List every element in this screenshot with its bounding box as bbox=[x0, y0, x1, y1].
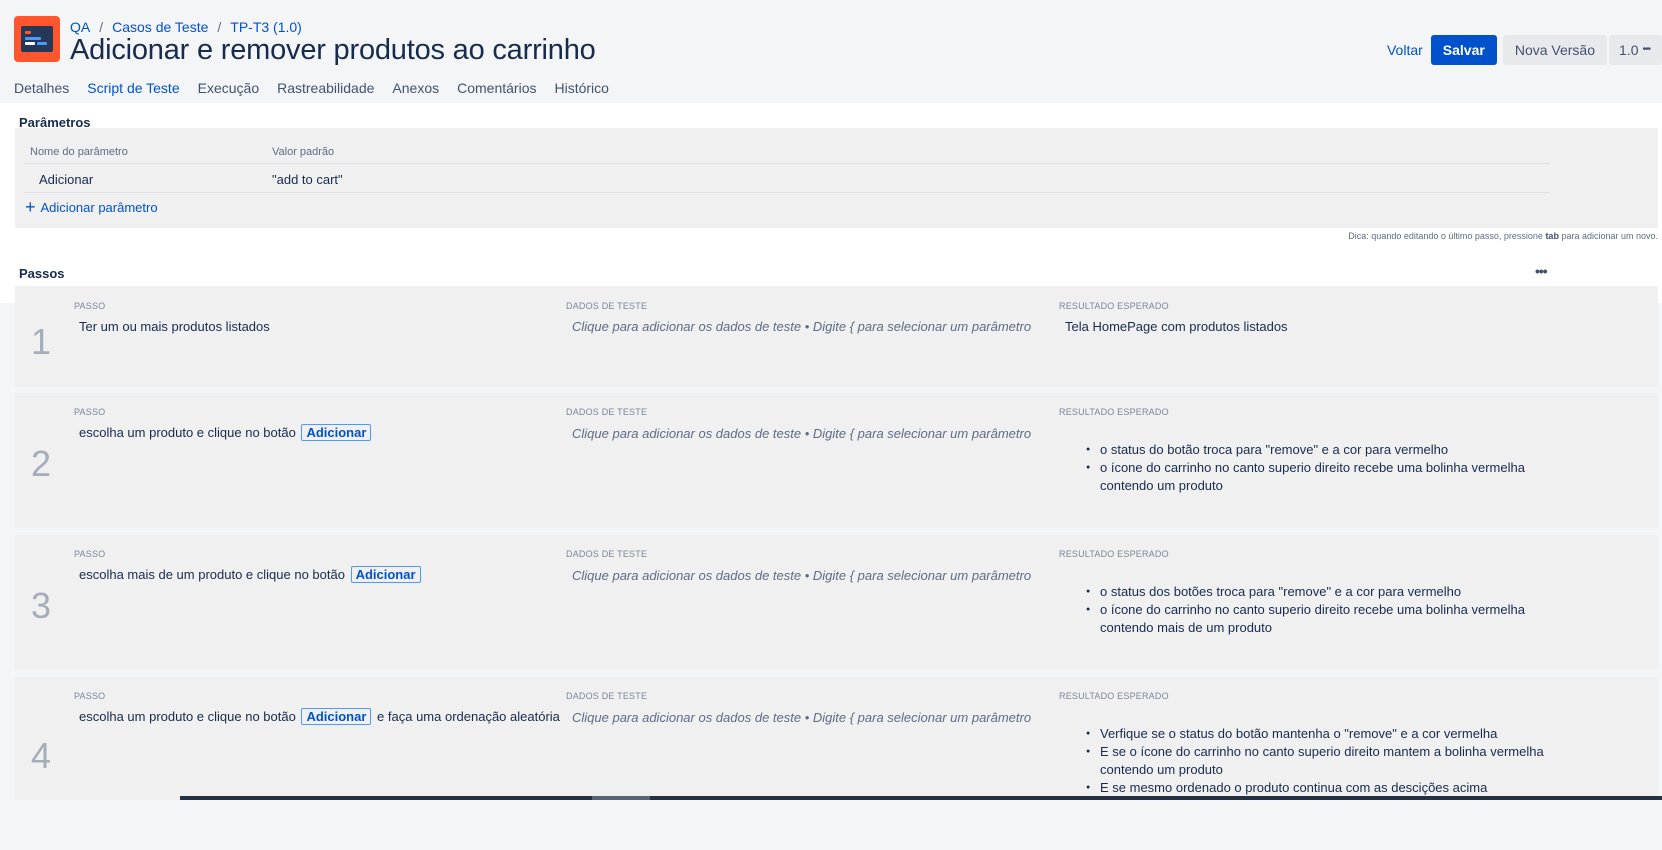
step-row[interactable]: 3 PASSO DADOS DE TESTE RESULTADO ESPERAD… bbox=[15, 535, 1658, 670]
more-icon: ••• bbox=[1642, 44, 1650, 55]
list-item: o status do botão troca para "remove" e … bbox=[1086, 441, 1525, 459]
list-item-continuation: contendo mais de um produto bbox=[1100, 620, 1272, 635]
expected-result-text[interactable]: Tela HomePage com produtos listados bbox=[1065, 319, 1288, 334]
version-label: 1.0 bbox=[1619, 42, 1639, 58]
steps-title: Passos bbox=[19, 266, 65, 281]
step-row[interactable]: 4 PASSO DADOS DE TESTE RESULTADO ESPERAD… bbox=[15, 677, 1658, 800]
step-text: escolha mais de um produto e clique no b… bbox=[79, 567, 345, 582]
add-parameter-button[interactable]: + Adicionar parâmetro bbox=[25, 197, 158, 217]
test-data-placeholder[interactable]: Clique para adicionar os dados de teste … bbox=[572, 319, 1031, 334]
test-data-label: DADOS DE TESTE bbox=[566, 549, 648, 559]
test-data-placeholder[interactable]: Clique para adicionar os dados de teste … bbox=[572, 426, 1031, 441]
test-data-label: DADOS DE TESTE bbox=[566, 691, 648, 701]
parameter-chip[interactable]: Adicionar bbox=[301, 708, 372, 725]
add-parameter-label: Adicionar parâmetro bbox=[40, 200, 158, 215]
breadcrumb-project[interactable]: QA bbox=[70, 19, 90, 35]
step-text-after: e faça uma ordenação aleatória bbox=[377, 709, 560, 724]
new-version-button[interactable]: Nova Versão bbox=[1502, 35, 1608, 65]
tip-text-end: para adicionar um novo. bbox=[1558, 231, 1658, 241]
parameters-header-row: Nome do parâmetro Valor padrão bbox=[24, 144, 1550, 164]
step-label: PASSO bbox=[74, 549, 106, 559]
test-case-app-icon bbox=[14, 16, 60, 62]
step-label: PASSO bbox=[74, 407, 106, 417]
back-button[interactable]: Voltar bbox=[1379, 35, 1431, 65]
parameter-name[interactable]: Adicionar bbox=[39, 172, 93, 187]
list-item: E se o ícone do carrinho no canto superi… bbox=[1086, 743, 1544, 761]
horizontal-scrollbar[interactable] bbox=[180, 796, 1662, 800]
step-row[interactable]: 1 PASSO DADOS DE TESTE RESULTADO ESPERAD… bbox=[15, 286, 1658, 387]
breadcrumb-separator: / bbox=[217, 19, 222, 35]
column-header-name: Nome do parâmetro bbox=[30, 146, 128, 158]
breadcrumb-test-cases[interactable]: Casos de Teste bbox=[112, 19, 208, 35]
steps-header-background bbox=[0, 243, 1662, 288]
tip-text-start: Dica: quando editando o último passo, pr… bbox=[1348, 231, 1546, 241]
expected-result-list[interactable]: o status dos botões troca para "remove" … bbox=[1086, 583, 1525, 637]
scrollbar-thumb[interactable] bbox=[592, 796, 650, 800]
step-number: 4 bbox=[31, 735, 52, 776]
breadcrumb-test-key[interactable]: TP-T3 (1.0) bbox=[230, 19, 302, 35]
column-header-default-value: Valor padrão bbox=[272, 146, 335, 158]
parameter-chip[interactable]: Adicionar bbox=[350, 566, 421, 583]
page-header: QA / Casos de Teste / TP-T3 (1.0) Adicio… bbox=[0, 0, 1662, 109]
expected-result-label: RESULTADO ESPERADO bbox=[1059, 301, 1169, 311]
plus-icon: + bbox=[25, 197, 36, 217]
version-menu-button[interactable]: 1.0 ••• bbox=[1609, 35, 1662, 65]
step-description[interactable]: Ter um ou mais produtos listados bbox=[79, 319, 270, 334]
list-item: o ícone do carrinho no canto superio dir… bbox=[1086, 459, 1525, 477]
parameters-table: Nome do parâmetro Valor padrão Adicionar… bbox=[15, 128, 1658, 228]
parameter-row[interactable]: Adicionar "add to cart" bbox=[24, 164, 1550, 193]
step-number: 3 bbox=[31, 585, 52, 626]
parameter-chip[interactable]: Adicionar bbox=[301, 424, 372, 441]
breadcrumb: QA / Casos de Teste / TP-T3 (1.0) bbox=[70, 19, 302, 35]
step-label: PASSO bbox=[74, 691, 106, 701]
list-item: Verfique se o status do botão mantenha o… bbox=[1086, 725, 1544, 743]
list-item: E se mesmo ordenado o produto continua c… bbox=[1086, 779, 1544, 797]
step-row[interactable]: 2 PASSO DADOS DE TESTE RESULTADO ESPERAD… bbox=[15, 393, 1658, 528]
list-item-continuation: contendo um produto bbox=[1100, 762, 1223, 777]
step-description[interactable]: escolha mais de um produto e clique no b… bbox=[79, 566, 423, 583]
step-number: 1 bbox=[31, 321, 52, 362]
expected-result-list[interactable]: o status do botão troca para "remove" e … bbox=[1086, 441, 1525, 495]
list-item: o status dos botões troca para "remove" … bbox=[1086, 583, 1525, 601]
page-title: Adicionar e remover produtos ao carrinho bbox=[70, 34, 596, 66]
test-data-label: DADOS DE TESTE bbox=[566, 301, 648, 311]
test-data-label: DADOS DE TESTE bbox=[566, 407, 648, 417]
expected-result-list[interactable]: Verfique se o status do botão mantenha o… bbox=[1086, 725, 1544, 797]
expected-result-label: RESULTADO ESPERADO bbox=[1059, 549, 1169, 559]
expected-result-label: RESULTADO ESPERADO bbox=[1059, 407, 1169, 417]
step-description[interactable]: escolha um produto e clique no botão Adi… bbox=[79, 424, 373, 441]
tip-text: Dica: quando editando o último passo, pr… bbox=[1348, 231, 1658, 241]
save-button[interactable]: Salvar bbox=[1430, 35, 1497, 65]
list-item-continuation: contendo um produto bbox=[1100, 478, 1223, 493]
parameter-value[interactable]: "add to cart" bbox=[272, 172, 343, 187]
breadcrumb-separator: / bbox=[99, 19, 104, 35]
step-label: PASSO bbox=[74, 301, 106, 311]
steps-more-icon[interactable]: ••• bbox=[1535, 263, 1548, 279]
step-number: 2 bbox=[31, 443, 52, 484]
expected-result-label: RESULTADO ESPERADO bbox=[1059, 691, 1169, 701]
step-description[interactable]: escolha um produto e clique no botão Adi… bbox=[79, 708, 560, 725]
header-actions: Voltar Salvar Nova Versão 1.0 ••• bbox=[1379, 35, 1662, 65]
test-data-placeholder[interactable]: Clique para adicionar os dados de teste … bbox=[572, 568, 1031, 583]
step-text: escolha um produto e clique no botão bbox=[79, 709, 296, 724]
list-item: o ícone do carrinho no canto superio dir… bbox=[1086, 601, 1525, 619]
tip-key: tab bbox=[1545, 231, 1559, 241]
test-data-placeholder[interactable]: Clique para adicionar os dados de teste … bbox=[572, 710, 1031, 725]
step-text: escolha um produto e clique no botão bbox=[79, 425, 296, 440]
